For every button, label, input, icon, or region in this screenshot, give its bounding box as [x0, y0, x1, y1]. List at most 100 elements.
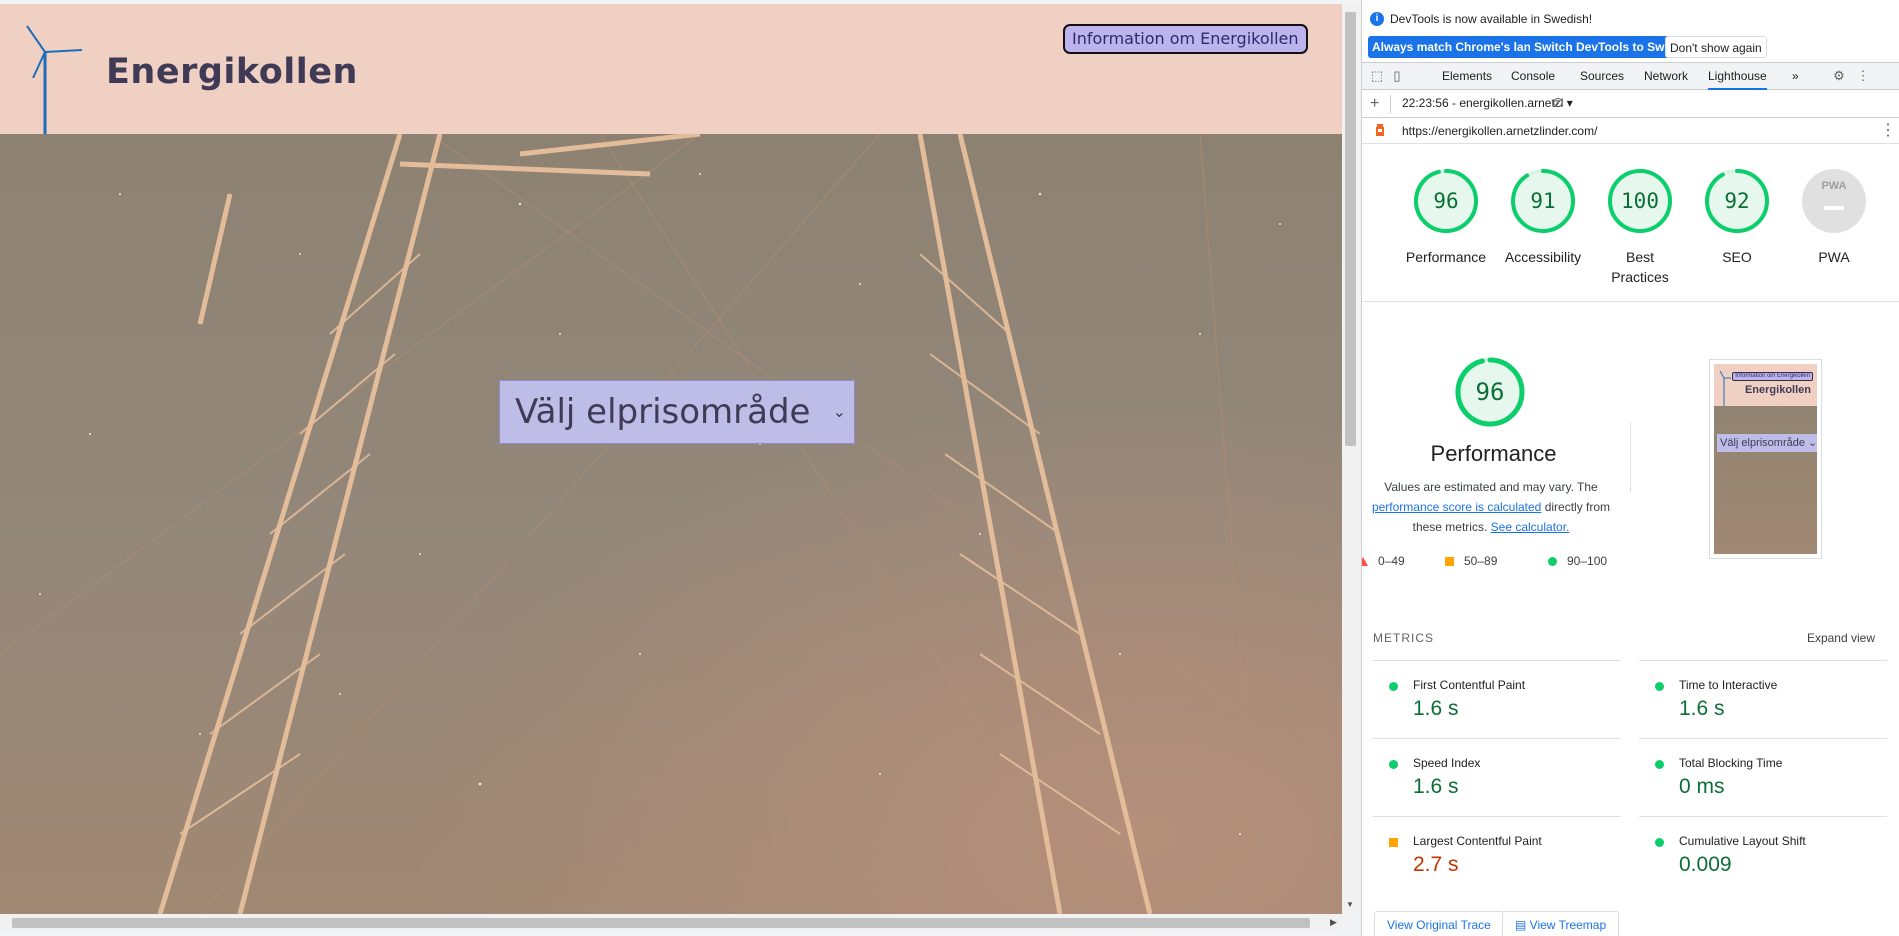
performance-score: 96 — [1475, 378, 1505, 406]
tab-elements[interactable]: Elements — [1442, 63, 1492, 90]
more-tabs-icon[interactable]: » — [1792, 63, 1799, 90]
desc-text: Values are estimated and may vary. The — [1384, 480, 1598, 494]
region-select[interactable]: Välj elprisområde ⌄ — [499, 380, 855, 444]
scrollbar-thumb[interactable] — [12, 918, 1310, 928]
power-pylon-image — [0, 134, 1342, 914]
metric-name: Cumulative Layout Shift — [1679, 834, 1806, 848]
metric-name: Total Blocking Time — [1679, 756, 1783, 770]
metric-item: First Contentful Paint 1.6 s — [1373, 660, 1621, 738]
gauge-pwa[interactable]: PWA PWA — [1789, 168, 1879, 267]
tab-lighthouse[interactable]: Lighthouse — [1708, 63, 1767, 90]
final-screenshot-thumbnail[interactable]: Information om Energikollen Energikollen… — [1709, 359, 1822, 559]
gauge-best-practices[interactable]: 100 Best Practices — [1595, 168, 1685, 287]
site-header: Energikollen Information om Energikollen — [0, 4, 1342, 138]
region-select-label: Välj elprisområde — [515, 392, 811, 432]
thumbnail-info-button: Information om Energikollen — [1732, 372, 1813, 381]
metric-value: 0 ms — [1679, 775, 1725, 798]
scroll-right-icon[interactable]: ▶ — [1330, 917, 1337, 928]
square-icon — [1389, 838, 1398, 847]
performance-description: Values are estimated and may vary. The p… — [1362, 477, 1626, 537]
treemap-icon: ▤ — [1515, 918, 1530, 932]
gauge-label: SEO — [1722, 249, 1752, 265]
square-icon — [1445, 557, 1454, 566]
metric-value: 1.6 s — [1413, 775, 1459, 798]
tab-sources[interactable]: Sources — [1580, 63, 1624, 90]
thumbnail-header: Information om Energikollen Energikollen — [1714, 364, 1817, 406]
tab-console[interactable]: Console — [1511, 63, 1555, 90]
clear-reports-icon[interactable]: ⊘ — [1552, 94, 1564, 111]
info-button[interactable]: Information om Energikollen — [1063, 24, 1308, 54]
metric-name: Speed Index — [1413, 756, 1481, 770]
gauge-accessibility[interactable]: 91 Accessibility — [1498, 168, 1588, 267]
metric-name: First Contentful Paint — [1413, 678, 1526, 692]
report-url: https://energikollen.arnetzlinder.com/ — [1402, 124, 1598, 138]
more-options-icon[interactable]: ⋮ — [1880, 120, 1896, 140]
lighthouse-icon — [1376, 124, 1384, 136]
circle-icon — [1655, 682, 1664, 691]
metric-item: Cumulative Layout Shift 0.009 — [1639, 816, 1887, 894]
metric-item: Total Blocking Time 0 ms — [1639, 738, 1887, 816]
info-icon: i — [1370, 12, 1384, 26]
page-vertical-scrollbar[interactable]: ▼ — [1342, 4, 1360, 914]
performance-title: Performance — [1430, 441, 1557, 466]
thumbnail-image: Information om Energikollen Energikollen… — [1714, 364, 1817, 554]
hero-background: Välj elprisområde ⌄ — [0, 134, 1342, 914]
more-options-icon[interactable]: ⋮ — [1854, 67, 1872, 85]
site-title: Energikollen — [106, 52, 358, 92]
metric-value: 1.6 s — [1679, 697, 1725, 720]
view-original-trace-button[interactable]: View Original Trace — [1374, 911, 1504, 936]
score-calculated-link[interactable]: performance score is calculated — [1372, 500, 1541, 514]
gauge-label: Performance — [1405, 249, 1487, 265]
metric-name: Time to Interactive — [1679, 678, 1778, 692]
expand-view-toggle[interactable]: Expand view — [1807, 631, 1875, 645]
devtools-toolbar: ⬚ ▯ Elements Console Sources Network Lig… — [1362, 63, 1899, 90]
see-calculator-link[interactable]: See calculator. — [1491, 520, 1570, 534]
gauge-score: 92 — [1724, 189, 1750, 213]
page-horizontal-scrollbar[interactable]: ▶ — [0, 914, 1342, 932]
gauge-ring: 91 — [1510, 168, 1576, 234]
circle-icon — [1655, 760, 1664, 769]
gauge-label: Accessibility — [1504, 249, 1582, 265]
gauge-score: 96 — [1433, 189, 1459, 213]
view-treemap-label: View Treemap — [1529, 918, 1607, 932]
browser-window: Energikollen Information om Energikollen — [0, 0, 1899, 936]
gauge-ring: 96 — [1413, 168, 1479, 234]
scrollbar-thumb[interactable] — [1345, 12, 1356, 446]
circle-icon — [1389, 760, 1398, 769]
gauge-ring: PWA — [1801, 168, 1867, 234]
legend-label: 90–100 — [1567, 554, 1608, 568]
gauge-ring: 92 — [1704, 168, 1770, 234]
report-url-bar: https://energikollen.arnetzlinder.com/ ⋮ — [1362, 118, 1899, 144]
gauge-ring: 100 — [1607, 168, 1673, 234]
circle-icon — [1548, 557, 1557, 566]
metric-item: Largest Contentful Paint 2.7 s — [1373, 816, 1621, 894]
gear-icon[interactable]: ⚙ — [1830, 67, 1848, 85]
metric-name: Largest Contentful Paint — [1413, 834, 1542, 848]
divider — [1630, 422, 1631, 492]
legend-pass: 90–100 — [1548, 554, 1607, 568]
gauge-score: 91 — [1530, 189, 1556, 213]
scroll-down-icon[interactable]: ▼ — [1346, 900, 1354, 909]
view-treemap-button[interactable]: ▤ View Treemap — [1502, 911, 1620, 936]
metric-value: 1.6 s — [1413, 697, 1459, 720]
gauge-performance[interactable]: 96 Performance — [1401, 168, 1491, 267]
new-report-icon[interactable]: + — [1370, 95, 1379, 113]
chevron-down-icon: ⌄ — [832, 402, 846, 421]
gauge-label: Best Practices — [1611, 249, 1669, 285]
language-infobar: i DevTools is now available in Swedish! … — [1362, 0, 1899, 63]
gauge-score: 100 — [1621, 189, 1659, 213]
legend-label: 50–89 — [1464, 554, 1498, 568]
legend-fail: 0–49 — [1362, 554, 1405, 568]
wind-turbine-logo — [1719, 370, 1731, 406]
circle-icon — [1655, 838, 1664, 847]
circle-icon — [1389, 682, 1398, 691]
inspect-element-icon[interactable]: ⬚ — [1368, 67, 1386, 85]
thumbnail-title: Energikollen — [1744, 384, 1811, 396]
dont-show-again-button[interactable]: Don't show again — [1665, 36, 1767, 58]
tab-network[interactable]: Network — [1644, 63, 1688, 90]
legend-label: 0–49 — [1378, 554, 1405, 568]
device-toolbar-icon[interactable]: ▯ — [1388, 67, 1406, 85]
report-select[interactable]: 22:23:56 - energikollen.arnetzl ▾ — [1402, 96, 1573, 110]
gauge-label: PWA — [1818, 249, 1850, 265]
gauge-seo[interactable]: 92 SEO — [1692, 168, 1782, 267]
